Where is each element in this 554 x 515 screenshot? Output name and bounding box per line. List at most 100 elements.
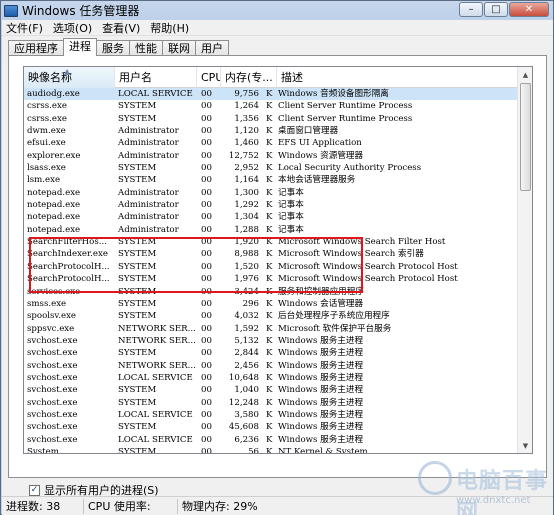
table-row[interactable]: notepad.exe Administrator 00 1,304 K 记事本 bbox=[24, 211, 518, 223]
process-name: svchost.exe bbox=[27, 360, 78, 371]
menu-help[interactable]: 帮助(H) bbox=[150, 20, 189, 36]
process-description: Windows 服务主进程 bbox=[278, 335, 364, 346]
process-user: NETWORK SER... bbox=[118, 360, 196, 371]
maximize-button[interactable]: □ bbox=[484, 2, 508, 17]
tab-networking[interactable]: 联网 bbox=[162, 40, 196, 56]
table-row[interactable]: csrss.exe SYSTEM 00 1,356 K Client Server Run… bbox=[24, 113, 518, 125]
process-memory-unit: K bbox=[266, 200, 273, 211]
process-user: SYSTEM bbox=[118, 113, 157, 124]
process-cpu: 00 bbox=[201, 298, 212, 309]
process-user: SYSTEM bbox=[118, 101, 157, 112]
table-row[interactable]: svchost.exe LOCAL SERVICE 00 3,580 K Windows … bbox=[24, 409, 518, 421]
process-memory-unit: K bbox=[266, 212, 273, 223]
process-description: Windows 服务主进程 bbox=[278, 434, 364, 445]
process-description: Local Security Authority Process bbox=[278, 163, 422, 174]
process-name: lsass.exe bbox=[27, 163, 66, 174]
process-name: smss.exe bbox=[27, 298, 67, 309]
process-memory: 1,356 bbox=[234, 113, 259, 124]
table-row[interactable]: spoolsv.exe SYSTEM 00 4,032 K 后台处理程序子系统应用程序 bbox=[24, 310, 518, 322]
menu-view[interactable]: 查看(V) bbox=[102, 20, 140, 36]
table-row[interactable]: notepad.exe Administrator 00 1,288 K 记事本 bbox=[24, 224, 518, 236]
process-memory-unit: K bbox=[266, 224, 273, 235]
table-row[interactable]: audiodg.exe LOCAL SERVICE 00 9,756 K Windows … bbox=[24, 88, 518, 101]
table-row[interactable]: sppsvc.exe NETWORK SER... 00 1,592 K Microsof… bbox=[24, 323, 518, 335]
process-cpu: 00 bbox=[201, 434, 212, 445]
table-row[interactable]: svchost.exe NETWORK SER... 00 2,456 K Windows… bbox=[24, 360, 518, 372]
table-row[interactable]: csrss.exe SYSTEM 00 1,264 K Client Server Run… bbox=[24, 100, 518, 112]
menu-options[interactable]: 选项(O) bbox=[53, 20, 92, 36]
process-description: EFS UI Application bbox=[278, 138, 362, 149]
process-user: NETWORK SER... bbox=[118, 335, 196, 346]
process-memory-unit: K bbox=[266, 175, 273, 186]
table-row[interactable]: lsass.exe SYSTEM 00 2,952 K Local Security Au… bbox=[24, 162, 518, 174]
process-list-header: 映像名称 ▲ 用户名 CPU 内存(专... 描述 bbox=[24, 67, 518, 88]
process-description: NT Kernel & System bbox=[278, 446, 368, 454]
scrollbar-thumb[interactable] bbox=[520, 83, 531, 191]
table-row[interactable]: lsm.exe SYSTEM 00 1,164 K 本地会话管理器服务 bbox=[24, 174, 518, 186]
process-description: Client Server Runtime Process bbox=[278, 113, 413, 124]
process-description: Windows 服务主进程 bbox=[278, 397, 364, 408]
scroll-down-icon[interactable]: ▼ bbox=[518, 438, 532, 453]
table-row[interactable]: svchost.exe LOCAL SERVICE 00 10,648 K Windows… bbox=[24, 372, 518, 384]
table-row[interactable]: svchost.exe SYSTEM 00 12,248 K Windows 服务主进程 bbox=[24, 397, 518, 409]
process-description: Windows 服务主进程 bbox=[278, 409, 364, 420]
processes-panel: 映像名称 ▲ 用户名 CPU 内存(专... 描述 audiodg.exe LOC… bbox=[8, 55, 547, 497]
process-memory: 1,300 bbox=[234, 187, 259, 198]
menu-file[interactable]: 文件(F) bbox=[6, 20, 43, 36]
process-memory-unit: K bbox=[266, 422, 273, 433]
table-row[interactable]: svchost.exe LOCAL SERVICE 00 6,236 K Windows … bbox=[24, 434, 518, 446]
close-button[interactable]: ✕ bbox=[509, 2, 549, 17]
checkbox-checked-icon[interactable]: ✓ bbox=[29, 484, 40, 496]
table-row[interactable]: notepad.exe Administrator 00 1,292 K 记事本 bbox=[24, 199, 518, 211]
scroll-up-icon[interactable]: ▲ bbox=[518, 67, 532, 82]
tab-strip: 应用程序 进程 服务 性能 联网 用户 bbox=[8, 38, 229, 56]
table-row[interactable]: smss.exe SYSTEM 00 296 K Windows 会话管理器 bbox=[24, 298, 518, 310]
process-memory: 2,952 bbox=[234, 163, 259, 174]
tab-applications[interactable]: 应用程序 bbox=[8, 40, 64, 56]
table-row[interactable]: notepad.exe Administrator 00 1,300 K 记事本 bbox=[24, 187, 518, 199]
tab-performance[interactable]: 性能 bbox=[129, 40, 163, 56]
column-description[interactable]: 描述 bbox=[277, 67, 518, 88]
column-memory[interactable]: 内存(专... bbox=[221, 67, 277, 88]
minimize-button[interactable]: – bbox=[459, 2, 483, 17]
process-name: notepad.exe bbox=[27, 187, 81, 198]
process-name: svchost.exe bbox=[27, 348, 78, 359]
table-row[interactable]: svchost.exe SYSTEM 00 2,844 K Windows 服务主进程 bbox=[24, 347, 518, 359]
process-memory-unit: K bbox=[266, 150, 273, 161]
process-user: SYSTEM bbox=[118, 175, 157, 186]
vertical-scrollbar[interactable]: ▲ ▼ bbox=[517, 67, 532, 453]
process-memory-unit: K bbox=[266, 298, 273, 309]
table-row[interactable]: System SYSTEM 00 56 K NT Kernel & System bbox=[24, 446, 518, 454]
process-cpu: 00 bbox=[201, 335, 212, 346]
process-memory: 296 bbox=[242, 298, 259, 309]
table-row[interactable]: svchost.exe NETWORK SER... 00 5,132 K Windows… bbox=[24, 335, 518, 347]
process-name: csrss.exe bbox=[27, 101, 67, 112]
column-image-name[interactable]: 映像名称 ▲ bbox=[24, 67, 115, 88]
watermark-logo: 电脑百事网 www.dnxtc.net bbox=[416, 461, 552, 515]
process-user: LOCAL SERVICE bbox=[118, 89, 193, 99]
process-memory: 1,292 bbox=[234, 200, 259, 211]
process-description: 记事本 bbox=[278, 212, 304, 223]
process-description: Windows 资源管理器 bbox=[278, 150, 364, 161]
process-memory-unit: K bbox=[266, 372, 273, 383]
process-cpu: 00 bbox=[201, 138, 212, 149]
status-process-count: 进程数: 38 bbox=[2, 498, 84, 514]
tab-services[interactable]: 服务 bbox=[96, 40, 130, 56]
table-row[interactable]: svchost.exe SYSTEM 00 45,608 K Windows 服务主进程 bbox=[24, 421, 518, 433]
table-row[interactable]: svchost.exe SYSTEM 00 1,040 K Windows 服务主进程 bbox=[24, 384, 518, 396]
process-name: svchost.exe bbox=[27, 372, 78, 383]
title-bar[interactable]: Windows 任务管理器 – □ ✕ bbox=[1, 1, 553, 20]
process-memory-unit: K bbox=[266, 360, 273, 371]
process-memory: 9,756 bbox=[234, 89, 259, 99]
process-description: Windows 会话管理器 bbox=[278, 298, 364, 309]
table-row[interactable]: explorer.exe Administrator 00 12,752 K Window… bbox=[24, 150, 518, 162]
tab-users[interactable]: 用户 bbox=[195, 40, 229, 56]
process-description: Windows 服务主进程 bbox=[278, 372, 364, 383]
column-cpu[interactable]: CPU bbox=[197, 67, 221, 88]
table-row[interactable]: efsui.exe Administrator 00 1,460 K EFS UI App… bbox=[24, 137, 518, 149]
tab-processes[interactable]: 进程 bbox=[63, 38, 97, 56]
table-row[interactable]: dwm.exe Administrator 00 1,120 K 桌面窗口管理器 bbox=[24, 125, 518, 137]
column-user-name[interactable]: 用户名 bbox=[115, 67, 197, 88]
process-description: Microsoft 软件保护平台服务 bbox=[278, 323, 392, 334]
window-title: Windows 任务管理器 bbox=[22, 4, 140, 18]
